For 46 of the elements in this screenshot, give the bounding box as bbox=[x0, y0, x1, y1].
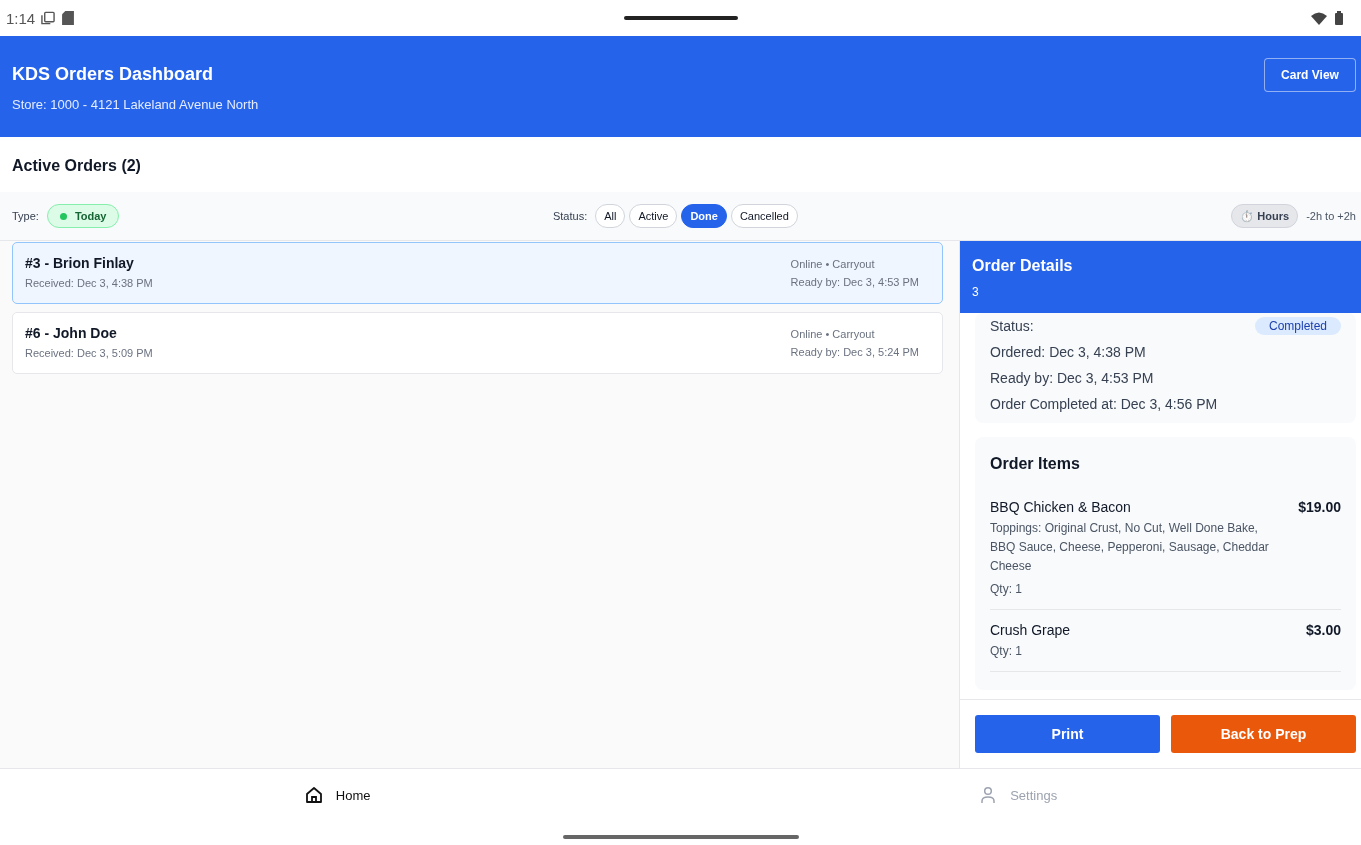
order-title: #6 - John Doe bbox=[25, 324, 118, 341]
back-to-prep-button[interactable]: Back to Prep bbox=[1171, 715, 1356, 753]
order-card[interactable]: #3 - Brion Finlay Received: Dec 3, 4:38 PM Online • Carryout Ready by: Dec 3, 4:53 PM bbox=[12, 242, 943, 304]
print-button[interactable]: Print bbox=[975, 715, 1160, 753]
item-price: $3.00 bbox=[1305, 622, 1341, 638]
battery-icon bbox=[1335, 11, 1343, 25]
received-time: Received: Dec 3, 4:38 PM bbox=[25, 275, 153, 291]
item-price: $19.00 bbox=[1298, 499, 1341, 515]
status-filter-chip[interactable]: Active bbox=[629, 204, 678, 228]
received-time: Received: Dec 3, 5:09 PM bbox=[25, 345, 153, 361]
item-name: Crush Grape bbox=[990, 622, 1071, 638]
wifi-icon bbox=[1311, 11, 1327, 25]
nav-tab[interactable]: Home bbox=[299, 781, 375, 809]
order-channel: Online • Carryout bbox=[790, 327, 876, 342]
item-name: BBQ Chicken & Bacon bbox=[990, 499, 1131, 515]
ready-time: Ready by: Dec 3, 4:53 PM bbox=[790, 275, 919, 290]
details-title: Order Details bbox=[972, 257, 1074, 275]
type-chip[interactable]: Today bbox=[46, 204, 120, 228]
status-filter-chip[interactable]: All bbox=[595, 204, 626, 228]
order-card[interactable]: #6 - John Doe Received: Dec 3, 5:09 PM Online • Carryout Ready by: Dec 3, 5:24 PM bbox=[12, 312, 943, 374]
status-label: Status: bbox=[552, 210, 588, 222]
item-quantity: Qty: 1 bbox=[990, 581, 1023, 598]
items-title: Order Items bbox=[990, 455, 1081, 473]
home-icon bbox=[303, 785, 324, 805]
store-label: Store: 1000 - 4121 Lakeland Avenue North bbox=[12, 97, 259, 112]
status-filter-chip[interactable]: Cancelled bbox=[730, 204, 798, 228]
order-time: Ordered: Dec 3, 4:38 PM bbox=[990, 343, 1147, 362]
card-view-button[interactable]: Card View bbox=[1264, 58, 1356, 92]
hours-button[interactable]: ⏱ Hours bbox=[1231, 204, 1299, 228]
order-time: Ready by: Dec 3, 4:53 PM bbox=[990, 369, 1155, 388]
clock-time: 1:14 bbox=[6, 9, 36, 27]
time-range: -2h to +2h bbox=[1306, 210, 1356, 222]
status-badge: Completed bbox=[1254, 317, 1341, 335]
order-time: Order Completed at: Dec 3, 4:56 PM bbox=[990, 395, 1219, 414]
window-icon bbox=[41, 11, 56, 25]
ready-time: Ready by: Dec 3, 5:24 PM bbox=[790, 345, 919, 360]
status-filter-chip[interactable]: Done bbox=[681, 204, 727, 228]
status-label: Status: bbox=[990, 317, 1034, 336]
sd-card-icon bbox=[61, 11, 76, 25]
item-quantity: Qty: 1 bbox=[990, 643, 1023, 660]
order-channel: Online • Carryout bbox=[790, 257, 876, 272]
order-number: 3 bbox=[972, 285, 980, 299]
type-label: Type: bbox=[12, 210, 39, 222]
item-toppings: Toppings: Original Crust, No Cut, Well Done Bake, BBQ Sauce, Cheese, Pepperoni, Sausage, Cheddar Cheese bbox=[990, 520, 1270, 575]
order-title: #3 - Brion Finlay bbox=[25, 254, 135, 271]
app-title: KDS Orders Dashboard bbox=[12, 64, 215, 85]
